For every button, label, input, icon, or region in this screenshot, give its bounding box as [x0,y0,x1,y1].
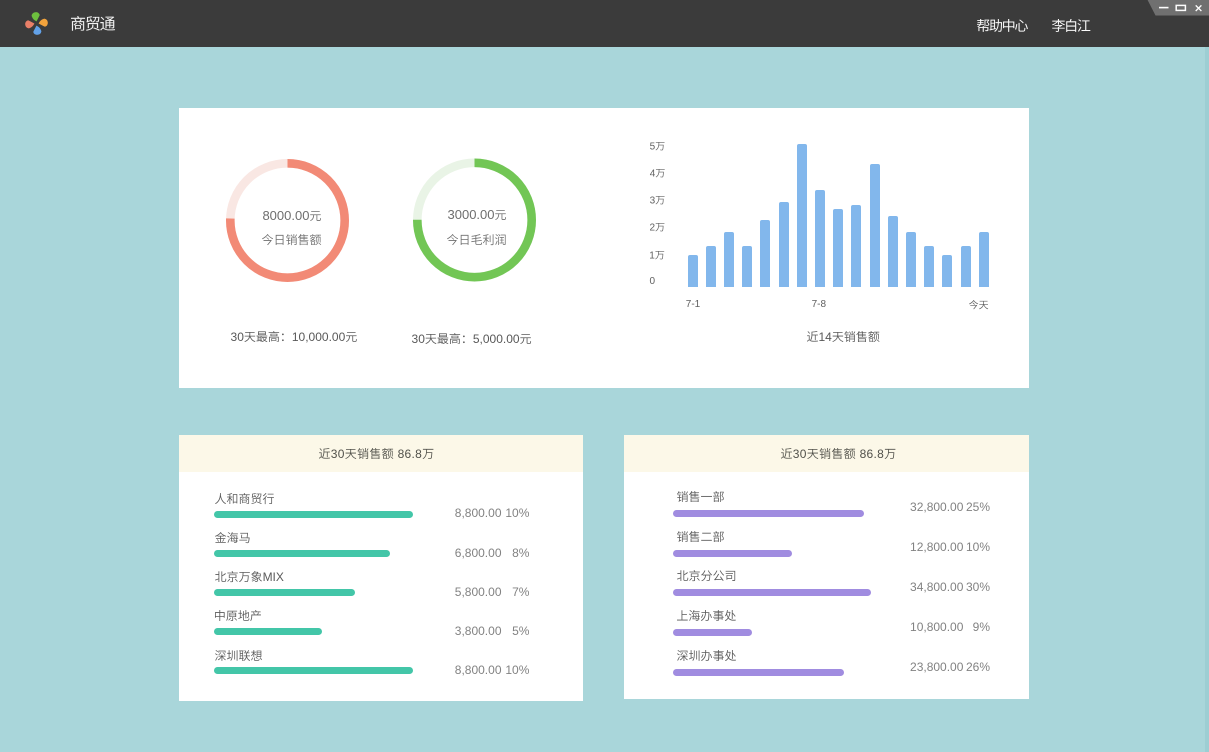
svg-text:30: 30 [331,447,345,461]
svg-text:30: 30 [412,332,426,346]
svg-text:1: 1 [649,250,655,261]
svg-text:3000.00: 3000.00 [448,207,495,222]
svg-text:3: 3 [649,196,655,207]
svg-text:30: 30 [793,447,807,461]
svg-text:5,000.00: 5,000.00 [473,332,520,346]
svg-text:4: 4 [649,169,655,180]
svg-text:2: 2 [649,223,655,234]
svg-text:86.8: 86.8 [860,447,885,461]
svg-text:14: 14 [819,330,833,344]
svg-text:10,000.00: 10,000.00 [291,330,345,344]
svg-text:5: 5 [649,141,655,152]
svg-text:86.8: 86.8 [398,447,423,461]
svg-text:8000.00: 8000.00 [262,208,309,223]
svg-text:MIX: MIX [263,570,284,584]
svg-text:30: 30 [230,330,244,344]
